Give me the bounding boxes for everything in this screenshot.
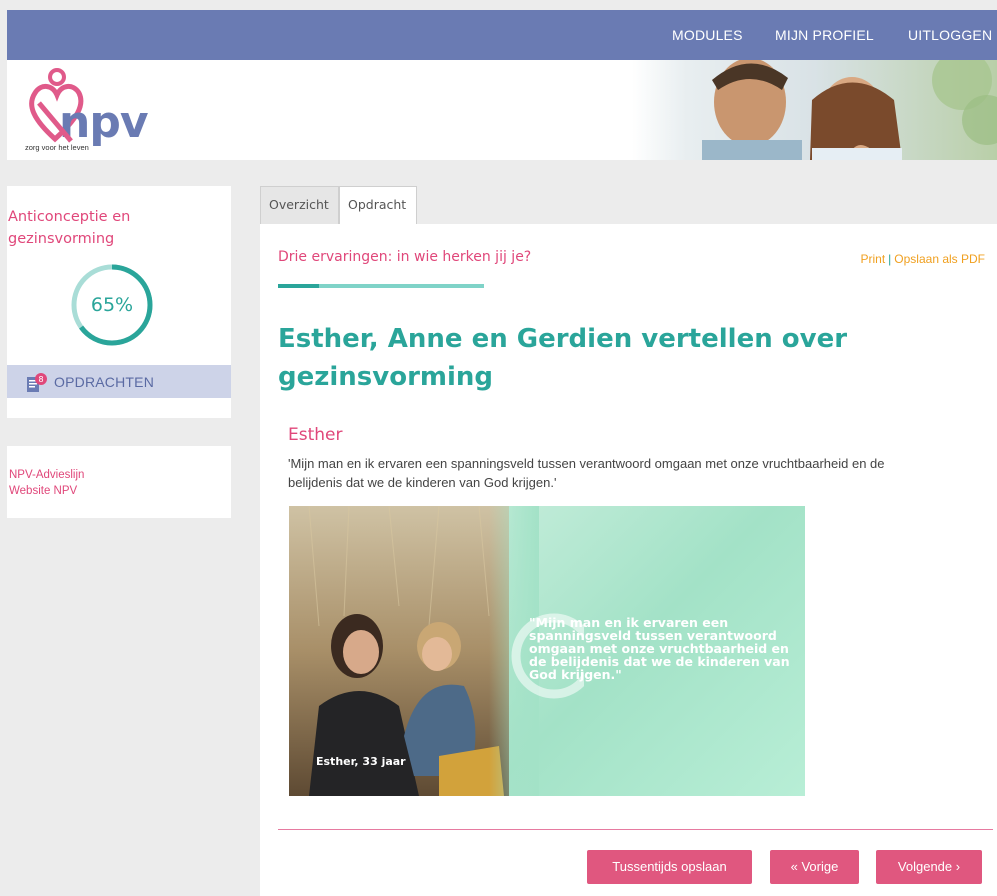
npv-advieslijn-link[interactable]: NPV-Advieslijn bbox=[9, 469, 84, 481]
main-content: Drie ervaringen: in wie herken jij je? P… bbox=[260, 224, 997, 896]
sidebar-item-opdrachten[interactable]: 8 OPDRACHTEN bbox=[7, 365, 231, 398]
npv-logo-graphic: npv bbox=[29, 68, 150, 148]
nav-profile-link[interactable]: MIJN PROFIEL bbox=[775, 27, 874, 43]
links-card: NPV-Advieslijn Website NPV bbox=[7, 446, 231, 518]
tab-overzicht[interactable]: Overzicht bbox=[260, 186, 339, 225]
logo-tagline: zorg voor het leven bbox=[25, 143, 89, 152]
print-links: Print | Opslaan als PDF bbox=[860, 252, 985, 266]
mother-child-photo bbox=[289, 506, 519, 796]
link-separator: | bbox=[888, 252, 892, 266]
exercise-title: Drie ervaringen: in wie herken jij je? bbox=[278, 249, 532, 265]
nav-modules-link[interactable]: MODULES bbox=[672, 27, 743, 43]
opdrachten-badge: 8 bbox=[38, 375, 43, 384]
step-progress-fill bbox=[278, 284, 320, 288]
npv-logo[interactable]: npv zorg voor het leven bbox=[25, 67, 195, 157]
save-pdf-link[interactable]: Opslaan als PDF bbox=[894, 252, 985, 266]
document-icon: 8 bbox=[27, 373, 47, 392]
page-heading: Esther, Anne en Gerdien vertellen over g… bbox=[278, 324, 848, 392]
progress-percent: 65% bbox=[90, 294, 134, 316]
content-divider bbox=[278, 829, 993, 830]
photo-quote: "Mijn man en ik ervaren een spanningsvel… bbox=[529, 615, 790, 682]
next-button[interactable]: Volgende › bbox=[876, 850, 982, 884]
step-progress-bar bbox=[278, 284, 484, 288]
person-name: Esther bbox=[288, 425, 343, 445]
quote-text: 'Mijn man en ik ervaren een spanningsvel… bbox=[288, 456, 885, 490]
save-draft-button[interactable]: Tussentijds opslaan bbox=[587, 850, 752, 884]
print-link[interactable]: Print bbox=[860, 252, 885, 266]
hero-photo bbox=[632, 60, 997, 160]
site-header: npv zorg voor het leven bbox=[7, 60, 997, 160]
module-title[interactable]: Anticonceptie en gezinsvorming bbox=[7, 206, 207, 250]
testimonial-image: "Mijn man en ik ervaren een spanningsvel… bbox=[289, 506, 805, 796]
tab-opdracht[interactable]: Opdracht bbox=[339, 186, 417, 225]
sidebar-item-label: OPDRACHTEN bbox=[54, 374, 155, 390]
previous-button[interactable]: « Vorige bbox=[770, 850, 859, 884]
photo-caption: Esther, 33 jaar bbox=[316, 755, 406, 768]
website-npv-link[interactable]: Website NPV bbox=[9, 485, 77, 497]
top-nav: MODULES MIJN PROFIEL UITLOGGEN bbox=[7, 10, 997, 60]
nav-logout-link[interactable]: UITLOGGEN bbox=[908, 27, 992, 43]
